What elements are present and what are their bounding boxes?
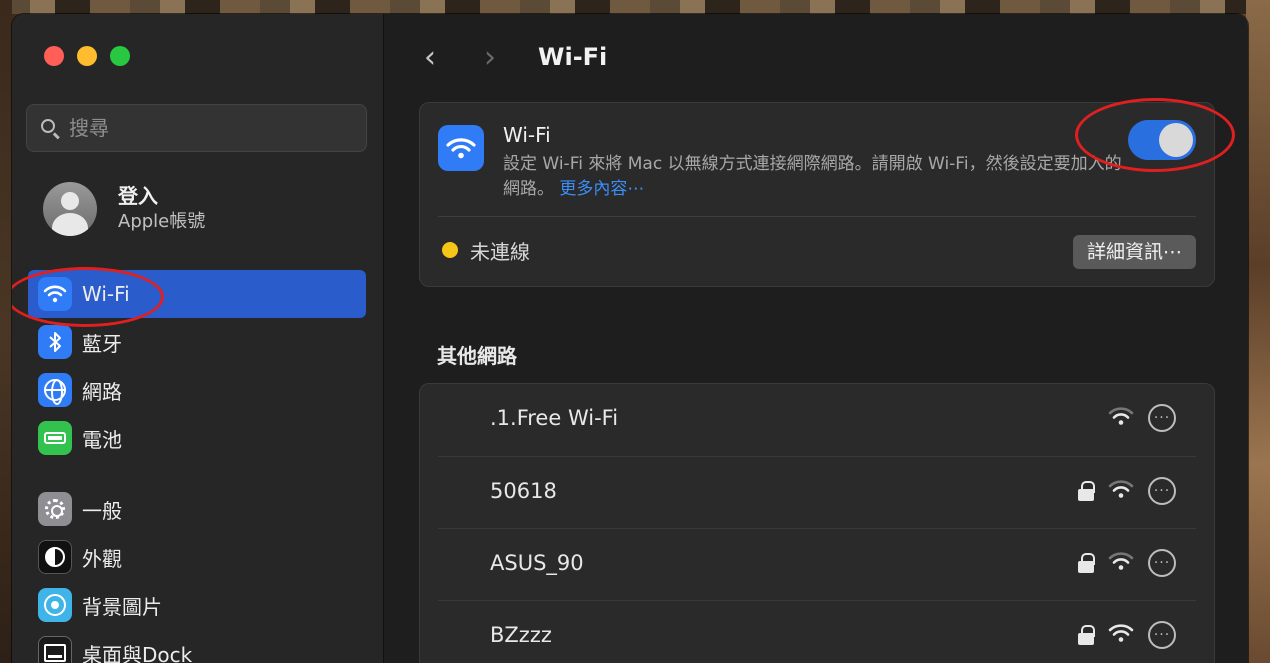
sidebar-item-appearance[interactable]: 外觀 — [28, 533, 366, 581]
close-button[interactable] — [44, 46, 64, 66]
minimize-button[interactable] — [77, 46, 97, 66]
network-name: BZzzz — [490, 623, 552, 647]
lock-icon — [1078, 625, 1095, 645]
sidebar-item-label: 背景圖片 — [82, 594, 162, 619]
sidebar-nav: Wi-Fi 藍牙 網路 電池 一般 外觀 背景圖片 桌面與Dock — [28, 270, 366, 663]
avatar — [43, 182, 97, 236]
wallpaper-strip — [0, 0, 1270, 14]
sidebar-item-label: 外觀 — [82, 546, 122, 571]
search-input[interactable] — [69, 116, 349, 140]
sidebar-item-bluetooth[interactable]: 藍牙 — [28, 318, 366, 366]
appearance-icon — [38, 540, 72, 574]
page-title: Wi-Fi — [538, 43, 608, 71]
dock-icon — [38, 636, 72, 663]
more-info-link[interactable]: 更多內容⋯ — [559, 179, 644, 199]
status-indicator — [442, 242, 458, 258]
network-row[interactable]: ASUS_90 ··· — [438, 528, 1196, 600]
wifi-signal-icon — [1108, 623, 1134, 647]
network-row[interactable]: BZzzz ··· — [438, 600, 1196, 663]
network-options-button[interactable]: ··· — [1148, 477, 1176, 505]
search-field[interactable] — [26, 104, 367, 152]
sidebar: 登入 Apple帳號 Wi-Fi 藍牙 網路 — [12, 14, 384, 663]
wallpaper-left-edge — [0, 0, 12, 663]
account-name: 登入 — [118, 184, 158, 208]
search-icon — [39, 117, 61, 140]
forward-button[interactable]: › — [484, 40, 544, 75]
wifi-icon — [38, 277, 72, 311]
sidebar-item-network[interactable]: 網路 — [28, 366, 366, 414]
connection-status: 未連線 — [470, 240, 530, 264]
wifi-card: Wi-Fi 設定 Wi-Fi 來將 Mac 以無線方式連接網際網路。請開啟 Wi… — [419, 102, 1215, 287]
wallpaper-icon — [38, 588, 72, 622]
battery-icon — [38, 421, 72, 455]
sidebar-item-wifi[interactable]: Wi-Fi — [28, 270, 366, 318]
section-title: 其他網路 — [437, 344, 517, 368]
network-options-button[interactable]: ··· — [1148, 404, 1176, 432]
network-name: ASUS_90 — [490, 551, 584, 575]
wifi-title: Wi-Fi — [503, 123, 551, 147]
network-options-button[interactable]: ··· — [1148, 549, 1176, 577]
sidebar-item-general[interactable]: 一般 — [28, 485, 366, 533]
gear-icon — [38, 492, 72, 526]
toolbar: ‹ › Wi-Fi — [384, 14, 1248, 100]
sidebar-item-label: 一般 — [82, 498, 122, 523]
window-controls — [44, 46, 130, 66]
bluetooth-icon — [38, 325, 72, 359]
networks-list: .1.Free Wi-Fi ··· 50618 ··· ASUS_90 ··· … — [419, 383, 1215, 663]
wallpaper-right-edge — [1246, 0, 1270, 663]
network-name: .1.Free Wi-Fi — [490, 406, 619, 430]
main-pane: ‹ › Wi-Fi Wi-Fi 設定 Wi-Fi 來將 Mac 以無線方式連接網… — [384, 14, 1248, 663]
wifi-icon — [438, 125, 484, 171]
wifi-toggle[interactable] — [1128, 120, 1196, 160]
zoom-button[interactable] — [110, 46, 130, 66]
network-row[interactable]: .1.Free Wi-Fi ··· — [438, 384, 1196, 456]
network-options-button[interactable]: ··· — [1148, 621, 1176, 649]
back-button[interactable]: ‹ — [424, 40, 484, 75]
lock-icon — [1078, 481, 1095, 501]
network-name: 50618 — [490, 479, 557, 503]
details-button[interactable]: 詳細資訊⋯ — [1072, 235, 1196, 269]
wifi-signal-icon — [1108, 479, 1134, 503]
wifi-description: 設定 Wi-Fi 來將 Mac 以無線方式連接網際網路。請開啟 Wi-Fi，然後… — [503, 152, 1123, 202]
sidebar-item-label: 藍牙 — [82, 331, 122, 356]
sidebar-item-label: 桌面與Dock — [82, 642, 193, 663]
network-globe-icon — [38, 373, 72, 407]
sidebar-item-dock[interactable]: 桌面與Dock — [28, 629, 366, 663]
network-row[interactable]: 50618 ··· — [438, 456, 1196, 528]
system-settings-window: 登入 Apple帳號 Wi-Fi 藍牙 網路 — [12, 14, 1248, 663]
sidebar-item-label: 網路 — [82, 379, 122, 404]
divider — [438, 216, 1196, 217]
lock-icon — [1078, 553, 1095, 573]
wifi-signal-icon — [1108, 406, 1134, 430]
wifi-signal-icon — [1108, 551, 1134, 575]
sidebar-item-label: 電池 — [82, 427, 122, 452]
sidebar-item-wallpaper[interactable]: 背景圖片 — [28, 581, 366, 629]
account-subtitle: Apple帳號 — [118, 211, 206, 232]
sidebar-item-label: Wi-Fi — [82, 282, 130, 306]
apple-account[interactable]: 登入 Apple帳號 — [43, 182, 205, 236]
sidebar-item-battery[interactable]: 電池 — [28, 414, 366, 462]
